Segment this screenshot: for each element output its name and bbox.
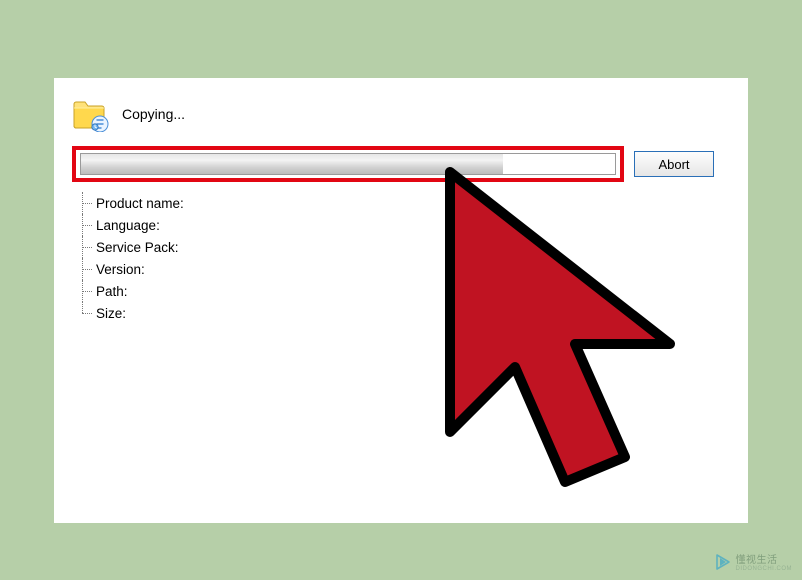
watermark-sub: DIDONGCHI.COM	[736, 566, 793, 572]
info-language: Language:	[78, 214, 730, 236]
info-label: Product name:	[96, 196, 184, 211]
info-product-name: Product name:	[78, 192, 730, 214]
info-label: Path:	[96, 284, 128, 299]
tree-branch-icon	[78, 258, 96, 280]
info-path: Path:	[78, 280, 730, 302]
progress-row: Abort	[72, 146, 730, 182]
copy-dialog: Copying... Abort Product name: Language:…	[54, 78, 748, 523]
info-service-pack: Service Pack:	[78, 236, 730, 258]
progress-fill	[81, 154, 503, 174]
progress-bar	[80, 153, 616, 175]
folder-copy-icon	[72, 96, 112, 132]
tree-branch-icon	[78, 192, 96, 214]
abort-button[interactable]: Abort	[634, 151, 714, 177]
dialog-header: Copying...	[72, 96, 730, 132]
info-label: Version:	[96, 262, 145, 277]
info-label: Service Pack:	[96, 240, 179, 255]
info-label: Language:	[96, 218, 160, 233]
tree-branch-icon	[78, 236, 96, 258]
tree-branch-icon	[78, 214, 96, 236]
play-logo-icon	[714, 553, 732, 571]
watermark-text: 懂视生活 DIDONGCHI.COM	[736, 551, 793, 572]
status-text: Copying...	[122, 106, 185, 122]
info-label: Size:	[96, 306, 126, 321]
watermark-main: 懂视生活	[736, 555, 778, 566]
tree-branch-icon	[78, 302, 96, 324]
info-version: Version:	[78, 258, 730, 280]
info-tree: Product name: Language: Service Pack: Ve…	[78, 192, 730, 324]
info-size: Size:	[78, 302, 730, 324]
progress-highlight-box	[72, 146, 624, 182]
tree-branch-icon	[78, 280, 96, 302]
watermark: 懂视生活 DIDONGCHI.COM	[714, 551, 793, 572]
